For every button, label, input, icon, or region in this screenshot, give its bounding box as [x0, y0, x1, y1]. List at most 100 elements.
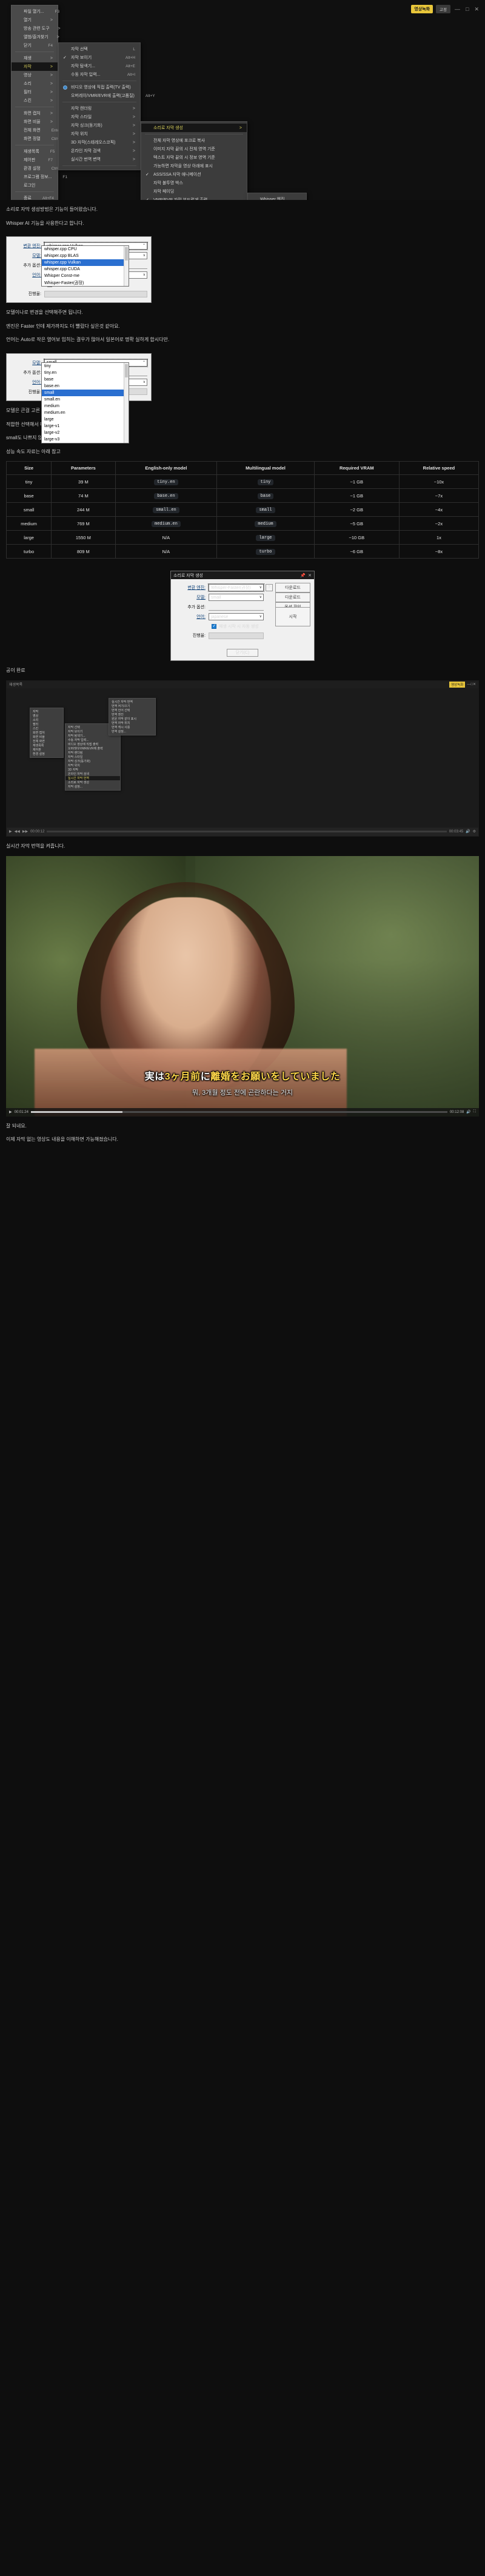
menu-item[interactable]: 열기 > [12, 16, 58, 24]
menu-item[interactable]: 자막 > [12, 62, 58, 71]
dropdown-option[interactable]: large [42, 416, 129, 423]
menu-item[interactable]: ✓ 자막 보이기 Alt+H [59, 53, 140, 62]
download-engine-button[interactable]: 다운로드 [275, 583, 310, 593]
menu-item[interactable]: 자막 불투명 박스 [141, 179, 247, 187]
dropdown-option[interactable]: Whisper Const-me [42, 273, 129, 279]
menu-item[interactable]: 자막 페이딩 [141, 187, 247, 196]
dropdown-option[interactable]: base [42, 376, 129, 383]
menu-item[interactable]: 화면 비율 [30, 735, 63, 739]
menu-item[interactable]: 재생목록 F5 [12, 147, 58, 156]
sound-to-subtitle-submenu[interactable]: Whisper 엔진Whisper 모델Whisper 언어재생 시작 시 자동… [247, 193, 307, 200]
chevron-up-icon[interactable]: ⌃ [142, 244, 146, 248]
recording-badge[interactable]: 영상녹화 [411, 5, 433, 13]
menu-item[interactable]: 소리 > [12, 79, 58, 88]
menu-item[interactable]: 전체 자막 영상에 포크로 복사 [141, 136, 247, 145]
menu-item[interactable]: 자막 스타일 [65, 755, 120, 759]
next-icon[interactable]: ▶▶ [22, 829, 28, 834]
close-icon[interactable]: ✕ [473, 6, 480, 13]
menu-item[interactable]: 종료 Alt+F4 [12, 194, 58, 201]
menu-item[interactable]: 자막 위치 > [59, 130, 140, 138]
main-context-menu[interactable]: 파일 열기... F3 열기 > 방송 관련 도구 > 앨범/즐겨찾기 > 닫기 F4 재생 > 자막 >… [11, 5, 69, 201]
dropdown-option[interactable]: small.en [42, 396, 129, 403]
dropdown-option[interactable]: whisper.cpp CPU [42, 246, 129, 253]
menu-item[interactable]: 화면 비율 > [12, 118, 58, 126]
menu-item[interactable]: 자막 탐색기... Alt+E [59, 62, 140, 70]
menu-item[interactable]: 온라인 자막 검색 > [59, 147, 140, 155]
seek-bar[interactable] [47, 831, 447, 833]
dropdown-option[interactable]: whisper.cpp BLAS [42, 253, 129, 259]
dropdown-option[interactable]: whisper.cpp CUDA [42, 266, 129, 273]
seek-bar[interactable] [30, 1111, 447, 1114]
menu-item[interactable]: 비디오 영상에 직접 출력(TV 출력) [59, 83, 140, 91]
menu-item[interactable]: 재생목록 [30, 743, 63, 748]
minimize-icon[interactable]: — [453, 6, 461, 12]
options-input[interactable] [209, 603, 264, 611]
menu-item[interactable]: 환경 설정Ctrl+F5 [12, 164, 64, 173]
menu-item[interactable]: 원문 자막 같이 표시 [109, 717, 155, 721]
settings-icon[interactable]: ⚙ [473, 829, 476, 834]
menu-item[interactable]: 소리 [30, 718, 63, 722]
menu-item[interactable]: 번역 엔진 [109, 712, 155, 717]
menu-item[interactable]: 번역 자막 위치 [109, 721, 155, 725]
menu-item[interactable]: 영상 > [12, 71, 58, 79]
dropdown-option[interactable]: base.en [42, 383, 129, 390]
menu-item[interactable]: 실시간 번역 변역 > [59, 155, 140, 164]
menu-item[interactable]: 제어판 F7 [12, 156, 58, 164]
menu-item[interactable]: 필터 [30, 722, 63, 726]
scrollbar-thumb[interactable] [125, 247, 128, 261]
scrollbar[interactable] [124, 362, 129, 443]
prev-icon[interactable]: ◀◀ [15, 829, 20, 834]
close-icon[interactable]: ✕ [308, 573, 312, 578]
menu-item[interactable]: 3D 자막 [65, 768, 120, 772]
menu-item[interactable]: 3D 자막(스테레오스코픽) > [59, 138, 140, 147]
chevron-down-icon[interactable]: ∨ [259, 585, 262, 589]
chevron-down-icon[interactable]: ∨ [143, 380, 146, 384]
engine-dropdown-list[interactable]: whisper.cpp CPU whisper.cpp BLAS whisper.c… [41, 245, 129, 287]
menu-item[interactable]: 자막 싱크(동기화) [65, 759, 120, 763]
menu-item[interactable]: 재생 > [12, 54, 58, 62]
menu-item[interactable]: 화면 캡처 [30, 731, 63, 735]
dropdown-option[interactable]: medium.en [42, 410, 129, 416]
chevron-down-icon[interactable]: ∨ [143, 253, 146, 257]
dropdown-option[interactable]: large-v1 [42, 423, 129, 430]
menu-item[interactable]: 온라인 자막 검색 [65, 772, 120, 776]
menu-item[interactable]: 오버레이/VMR/EVR에 출력 [65, 746, 120, 751]
menu-item[interactable]: 번역 캐시 사용 [109, 725, 155, 729]
menu-item[interactable]: 닫기 F4 [12, 41, 58, 50]
play-icon[interactable]: ▶ [9, 1110, 12, 1114]
menu-item[interactable]: 실시간 자막 번역 [109, 700, 155, 704]
menu-item[interactable]: 수동 자막 입력... Alt+I [59, 70, 140, 79]
menu-item[interactable]: 오버레이/VMR/EVR에 출력(고품질) Alt+Y [59, 91, 155, 100]
download-model-button[interactable]: 다운로드 [275, 593, 310, 603]
menu-item[interactable]: ✓ ASS/SSA 자막 애니메이션 [141, 170, 247, 179]
volume-icon[interactable]: 🔊 [466, 829, 470, 834]
editor-menu-level1[interactable]: 자막 영상 소리 필터 스킨 화면 캡처 화면 비율 전체 화면 재생목록 제어판 환경 설정 [30, 707, 64, 758]
menu-item[interactable]: 화면 캡처 > [12, 109, 58, 118]
menu-item[interactable]: 수동 자막 입력... [65, 738, 120, 742]
scrollbar[interactable] [124, 246, 129, 287]
menu-item[interactable]: 번역 언어 선택 [109, 708, 155, 712]
menu-item[interactable]: 자막 스타일 > [59, 113, 140, 121]
menu-item[interactable]: 소리로 자막 생성 [65, 780, 120, 785]
scrollbar-thumb[interactable] [125, 363, 128, 377]
menu-item[interactable]: 전체 화면 [30, 739, 63, 743]
start-button[interactable]: 시작 [275, 607, 310, 627]
menu-item[interactable]: 자막 선택 L [59, 45, 140, 53]
menu-item[interactable]: 번역 설정... [109, 729, 155, 734]
help-button[interactable]: ? [266, 584, 273, 592]
menu-item[interactable]: 필터 > [12, 88, 58, 96]
pin-badge[interactable]: 고정 [436, 5, 451, 13]
dropdown-option[interactable]: Whisper-Faster(권장) [42, 279, 129, 286]
menu-item[interactable]: 스킨 > [12, 96, 58, 105]
menu-item[interactable]: 자막 [30, 709, 63, 714]
menu-item[interactable]: 로그인 [12, 181, 58, 190]
menu-item[interactable]: 자막 설정... [65, 785, 120, 789]
close-icon[interactable]: ✕ [473, 682, 476, 686]
menu-item[interactable]: 화면 정렬Ctrl+Enter [12, 134, 69, 143]
menu-item[interactable]: 자막 위치 [65, 763, 120, 768]
chevron-up-icon[interactable]: ⌃ [142, 360, 146, 365]
fullscreen-icon[interactable]: ⛶ [473, 1110, 476, 1114]
menu-item[interactable]: 가능하면 자막을 영상 아래에 표시 [141, 162, 247, 170]
menu-item[interactable]: 비디오 영상에 직접 출력 [65, 742, 120, 746]
volume-icon[interactable]: 🔊 [466, 1110, 470, 1114]
